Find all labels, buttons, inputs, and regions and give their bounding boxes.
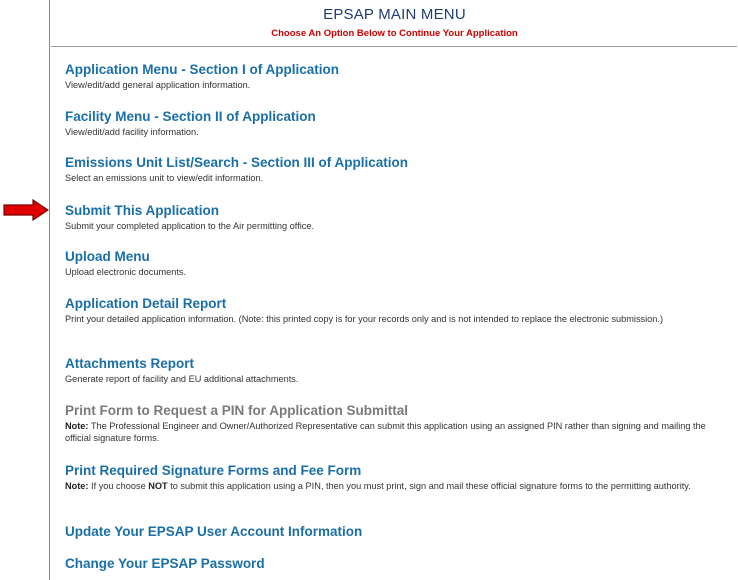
change-password-link[interactable]: Change Your EPSAP Password [65,556,730,572]
application-menu-desc: View/edit/add general application inform… [65,80,251,90]
menu-item-pin-request: Print Form to Request a PIN for Applicat… [65,403,730,444]
pin-request-form-desc: Note: The Professional Engineer and Owne… [65,420,730,444]
update-account-link[interactable]: Update Your EPSAP User Account Informati… [65,524,730,540]
pin-request-note-text: The Professional Engineer and Owner/Auth… [65,421,706,443]
menu-item-update-account: Update Your EPSAP User Account Informati… [65,524,730,540]
attachments-report-desc: Generate report of facility and EU addit… [65,374,299,384]
signature-note-text: to submit this application using a PIN, … [167,481,691,491]
submit-application-desc: Submit your completed application to the… [65,221,315,231]
header-divider [51,46,737,47]
emissions-unit-desc: Select an emissions unit to view/edit in… [65,173,264,183]
menu-item-signature-forms: Print Required Signature Forms and Fee F… [65,463,730,492]
page-title: EPSAP MAIN MENU [323,6,466,23]
menu-item-submit: Submit This Application Submit your comp… [65,203,730,232]
page-subtitle: Choose An Option Below to Continue Your … [271,28,518,39]
upload-menu-desc: Upload electronic documents. [65,267,187,277]
application-detail-report-link[interactable]: Application Detail Report [65,296,730,312]
menu-item-change-password: Change Your EPSAP Password [65,556,730,572]
application-detail-report-desc: Print your detailed application informat… [65,314,664,324]
menu-item-attachments: Attachments Report Generate report of fa… [65,356,730,385]
application-menu-link[interactable]: Application Menu - Section I of Applicat… [65,62,730,78]
menu-item-emissions-unit: Emissions Unit List/Search - Section III… [65,155,730,184]
attachments-report-link[interactable]: Attachments Report [65,356,730,372]
signature-forms-desc: Note: If you choose NOT to submit this a… [65,480,730,492]
facility-menu-desc: View/edit/add facility information. [65,127,199,137]
signature-forms-link[interactable]: Print Required Signature Forms and Fee F… [65,463,730,479]
upload-menu-link[interactable]: Upload Menu [65,249,730,265]
submit-application-link[interactable]: Submit This Application [65,203,730,219]
red-arrow-icon [3,199,49,221]
signature-note-pre: If you choose [88,481,149,491]
note-label: Note: [65,421,89,431]
pin-request-form-link[interactable]: Print Form to Request a PIN for Applicat… [65,403,730,419]
note-label: Note: [65,481,89,491]
main-menu-panel: EPSAP MAIN MENU Choose An Option Below t… [49,0,738,580]
menu-item-application: Application Menu - Section I of Applicat… [65,62,730,91]
signature-note-emphasis: NOT [148,481,168,491]
menu-item-facility: Facility Menu - Section II of Applicatio… [65,109,730,138]
menu-item-detail-report: Application Detail Report Print your det… [65,296,730,325]
facility-menu-link[interactable]: Facility Menu - Section II of Applicatio… [65,109,730,125]
emissions-unit-link[interactable]: Emissions Unit List/Search - Section III… [65,155,730,171]
menu-item-upload: Upload Menu Upload electronic documents. [65,249,730,278]
